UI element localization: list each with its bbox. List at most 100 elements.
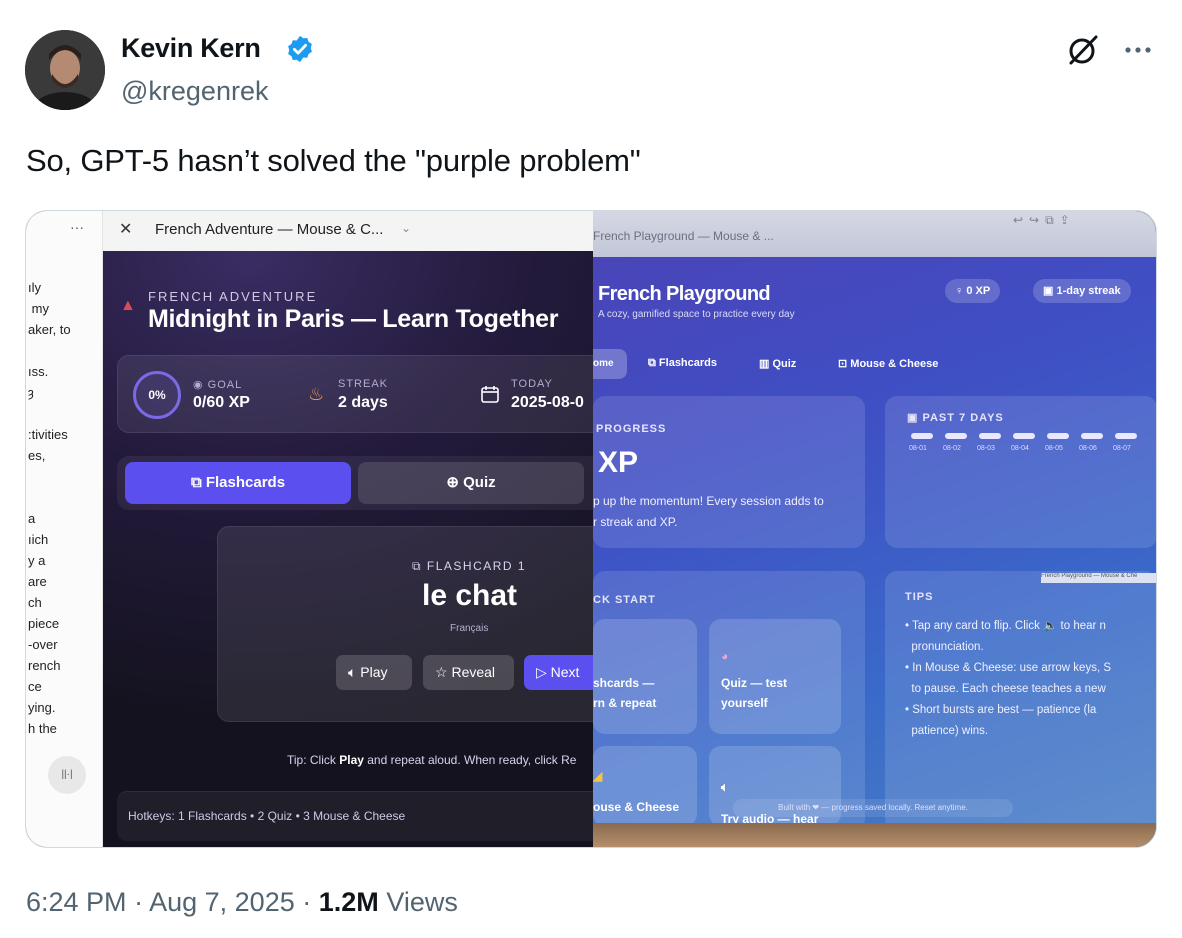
- next-button[interactable]: ▷ Next: [524, 655, 593, 690]
- day-label: 08-07: [1113, 445, 1131, 452]
- author-handle[interactable]: @kregenrek: [121, 76, 268, 107]
- chat-text: ıly my aker, to ıss. ȝ :tivities es, a ı…: [28, 280, 71, 736]
- play-button[interactable]: 🔈︎ Play: [336, 655, 412, 690]
- calendar-icon: [481, 386, 499, 403]
- voice-wave-icon[interactable]: ||·|: [48, 756, 86, 794]
- nav-tabs-right: ome ⧉ Flashcards ▥ Quiz ⊡ Mouse & Cheese: [593, 349, 1156, 379]
- app-title: Midnight in Paris — Learn Together: [148, 305, 559, 333]
- quick-quiz-text: Quiz — test yourself: [721, 676, 788, 710]
- streak-value: 2 days: [338, 394, 388, 411]
- hotkeys-bar: Hotkeys: 1 Flashcards • 2 Quiz • 3 Mouse…: [117, 791, 593, 841]
- day-label: 08-04: [1011, 445, 1029, 452]
- app-kicker: FRENCH ADVENTURE: [148, 289, 318, 304]
- grok-icon[interactable]: [1066, 33, 1100, 67]
- eiffel-tower-icon: ▲: [120, 297, 136, 314]
- day-cell: 08-06: [1079, 433, 1105, 461]
- flashcard[interactable]: ⧉ FLASHCARD 1 le chat Français 🔈︎ Play ☆…: [217, 526, 593, 722]
- day-bar: [979, 433, 1001, 439]
- right-screenshot: French Playground — Mouse & ... ↩↪⧉⇪ Fre…: [593, 211, 1156, 847]
- day-bar: [1013, 433, 1035, 439]
- day-label: 08-01: [909, 445, 927, 452]
- author-name[interactable]: Kevin Kern: [121, 33, 261, 64]
- tweet-time[interactable]: 6:24 PM: [26, 887, 127, 917]
- flashcard-label: ⧉ FLASHCARD 1: [412, 559, 527, 573]
- day-bar: [911, 433, 933, 439]
- progress-text: p up the momentum! Every session adds to…: [593, 494, 824, 529]
- progress-value: XP: [598, 446, 639, 479]
- tweet-text: So, GPT-5 hasn’t solved the "purple prob…: [26, 143, 641, 178]
- cheese-icon: ◢: [593, 769, 603, 783]
- tweet-date[interactable]: Aug 7, 2025: [149, 887, 295, 917]
- window-title[interactable]: French Adventure — Mouse & C...: [155, 221, 383, 238]
- meta-separator: ·: [302, 887, 312, 917]
- today-label: TODAY: [511, 378, 553, 390]
- streak-label: STREAK: [338, 378, 389, 390]
- verified-badge-icon[interactable]: [285, 34, 315, 64]
- xp-chip: ♀ 0 XP: [945, 279, 1001, 303]
- quick-mouse-text: ouse & Cheese: [593, 800, 680, 814]
- day-bar: [1047, 433, 1069, 439]
- day-label: 08-03: [977, 445, 995, 452]
- past-days-row: 08-01 08-02 08-03 08-04 08-05 08-06 08-0…: [909, 433, 1149, 461]
- app-title-right: French Playground: [598, 283, 771, 305]
- views-count[interactable]: 1.2M: [319, 887, 379, 917]
- desk-surface: [593, 823, 1156, 847]
- views-label: Views: [386, 887, 458, 917]
- browser-tabbar: French Playground — Mouse & ... ↩↪⧉⇪: [593, 211, 1156, 257]
- goal-value: 0/60 XP: [193, 394, 250, 411]
- quick-start-kicker: CK START: [593, 594, 656, 606]
- flame-icon: ♨: [308, 384, 325, 404]
- progress-ring: 0%: [133, 371, 181, 419]
- day-cell: 08-03: [977, 433, 1003, 461]
- day-bar: [1081, 433, 1103, 439]
- brain-icon: ◕: [721, 649, 729, 663]
- app-main: ▲ FRENCH ADVENTURE Midnight in Paris — L…: [103, 251, 593, 847]
- chat-sidebar: ··· ıly my aker, to ıss. ȝ :tivities es,…: [26, 211, 103, 847]
- day-cell: 08-02: [943, 433, 969, 461]
- day-label: 08-02: [943, 445, 961, 452]
- app-subtitle-right: A cozy, gamified space to practice every…: [598, 309, 795, 320]
- nav-mouse-cheese[interactable]: ⊡ Mouse & Cheese: [838, 357, 938, 370]
- browser-toolbar-icons[interactable]: ↩↪⧉⇪: [1013, 213, 1076, 228]
- day-cell: 08-01: [909, 433, 935, 461]
- tab-quiz[interactable]: ⊕ Quiz: [358, 462, 584, 504]
- nav-quiz[interactable]: ▥ Quiz: [759, 357, 796, 370]
- nav-flashcards[interactable]: ⧉ Flashcards: [648, 357, 717, 370]
- avatar-photo: [25, 30, 105, 110]
- hotkeys-text: Hotkeys: 1 Flashcards • 2 Quiz • 3 Mouse…: [128, 809, 406, 823]
- tweet-media[interactable]: ··· ıly my aker, to ıss. ȝ :tivities es,…: [25, 210, 1157, 848]
- day-label: 08-05: [1045, 445, 1063, 452]
- past-days-kicker: ▣ PAST 7 DAYS: [907, 412, 1004, 424]
- day-bar: [1115, 433, 1137, 439]
- chat-more-icon[interactable]: ···: [70, 219, 84, 235]
- day-bar: [945, 433, 967, 439]
- right-footer: Built with ❤ — progress saved locally. R…: [733, 799, 1013, 817]
- nav-home[interactable]: ome: [593, 349, 627, 379]
- mode-tabs: ⧉ Flashcards ⊕ Quiz: [117, 456, 593, 510]
- tweet-meta: 6:24 PM · Aug 7, 2025 · 1.2M Views: [26, 887, 458, 918]
- goal-label: ◉ GOAL: [193, 379, 243, 391]
- flashcard-language: Français: [450, 623, 489, 634]
- app-tabbar: ✕ French Adventure — Mouse & C... ⌄: [103, 211, 593, 251]
- day-cell: 08-04: [1011, 433, 1037, 461]
- day-label: 08-06: [1079, 445, 1097, 452]
- streak-chip: ▣ 1-day streak: [1033, 279, 1131, 303]
- day-cell: 08-05: [1045, 433, 1071, 461]
- day-cell: 08-07: [1113, 433, 1139, 461]
- tips-list: • Tap any card to flip. Click 🔈 to hear …: [905, 620, 1112, 737]
- more-options-icon[interactable]: [1120, 34, 1156, 64]
- left-screenshot: ··· ıly my aker, to ıss. ȝ :tivities es,…: [26, 211, 593, 847]
- stats-panel: 0% ◉ GOAL 0/60 XP ♨ STREAK 2 days TODAY …: [117, 355, 593, 433]
- tab-flashcards[interactable]: ⧉ Flashcards: [125, 462, 351, 504]
- flashcard-word: le chat: [422, 579, 518, 612]
- tip-text: Tip: Click Play and repeat aloud. When r…: [287, 753, 577, 767]
- tips-kicker: TIPS: [905, 591, 934, 603]
- author-avatar[interactable]: [25, 30, 105, 110]
- close-tab-icon[interactable]: ✕: [119, 219, 132, 239]
- browser-tab-title[interactable]: French Playground — Mouse & ...: [593, 229, 774, 243]
- chevron-down-icon[interactable]: ⌄: [401, 221, 411, 235]
- today-value: 2025-08-0: [511, 394, 584, 411]
- quick-flashcards-text: shcards — rn & repeat: [593, 676, 657, 710]
- reveal-button[interactable]: ☆ Reveal: [423, 655, 514, 690]
- progress-kicker: PROGRESS: [596, 423, 667, 435]
